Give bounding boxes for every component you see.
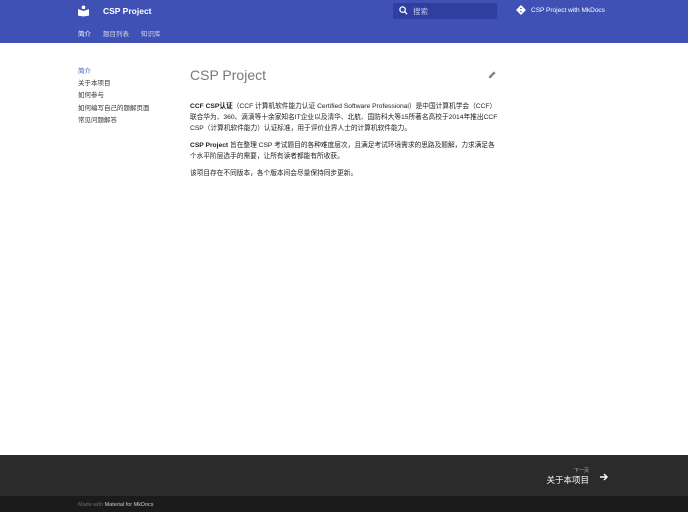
- next-page-link[interactable]: 下一页 关于本项目: [546, 467, 609, 486]
- project-bold: CSP Project: [190, 142, 229, 149]
- next-label: 下一页: [573, 468, 589, 474]
- material-link[interactable]: Material for MkDocs: [105, 502, 154, 508]
- nav-item-contribute[interactable]: 如何参与: [78, 90, 150, 102]
- footer-meta: Made with Material for MkDocs: [0, 496, 688, 512]
- search-input[interactable]: [413, 5, 493, 17]
- tab-problems[interactable]: 题目列表: [103, 28, 129, 38]
- project-text: 旨在整理 CSP 考试题目的各种难度层次，且满足考试环境需求的思路及题解，力求满…: [190, 142, 495, 160]
- paragraph-project: CSP Project 旨在整理 CSP 考试题目的各种难度层次，且满足考试环境…: [190, 140, 498, 162]
- git-icon: [516, 5, 526, 15]
- main-content: CSP Project CCF CSP认证（CCF 计算机软件能力认证 Cert…: [190, 66, 498, 185]
- nav-item-faq[interactable]: 常见问题解答: [78, 115, 150, 127]
- footer-nav: 下一页 关于本项目: [0, 455, 688, 496]
- logo-book-icon[interactable]: [78, 5, 89, 17]
- tab-knowledge[interactable]: 知识库: [141, 28, 161, 38]
- next-title: 关于本项目: [546, 475, 589, 485]
- tab-intro[interactable]: 简介: [78, 28, 91, 38]
- search-box[interactable]: [393, 3, 497, 19]
- header: CSP Project CSP Project with MkDocs 简介 题…: [0, 0, 688, 43]
- sidebar-nav: 简介 关于本项目 如何参与 如何编写自己的题解页面 常见问题解答: [78, 66, 150, 127]
- edit-pencil-icon[interactable]: [488, 70, 497, 79]
- repo-name: CSP Project with MkDocs: [531, 6, 605, 14]
- paragraph-ccf: CCF CSP认证（CCF 计算机软件能力认证 Certified Softwa…: [190, 101, 498, 134]
- nav-item-intro[interactable]: 简介: [78, 66, 150, 78]
- ccf-text: （CCF 计算机软件能力认证 Certified Software Profes…: [190, 103, 498, 132]
- paragraph-versions: 该项目存在不同版本，各个版本间会尽量保持同步更新。: [190, 170, 358, 177]
- arrow-right-icon: [600, 473, 608, 480]
- nav-item-write-solution[interactable]: 如何编写自己的题解页面: [78, 103, 150, 115]
- ccf-bold: CCF CSP认证: [190, 103, 233, 110]
- tabs: 简介 题目列表 知识库: [78, 28, 161, 38]
- page-title: CSP Project: [190, 67, 266, 83]
- repo-link[interactable]: CSP Project with MkDocs: [516, 5, 605, 15]
- nav-item-about[interactable]: 关于本项目: [78, 78, 150, 90]
- search-icon: [399, 6, 408, 15]
- site-title[interactable]: CSP Project: [103, 6, 152, 16]
- made-with-text: Made with: [78, 502, 105, 508]
